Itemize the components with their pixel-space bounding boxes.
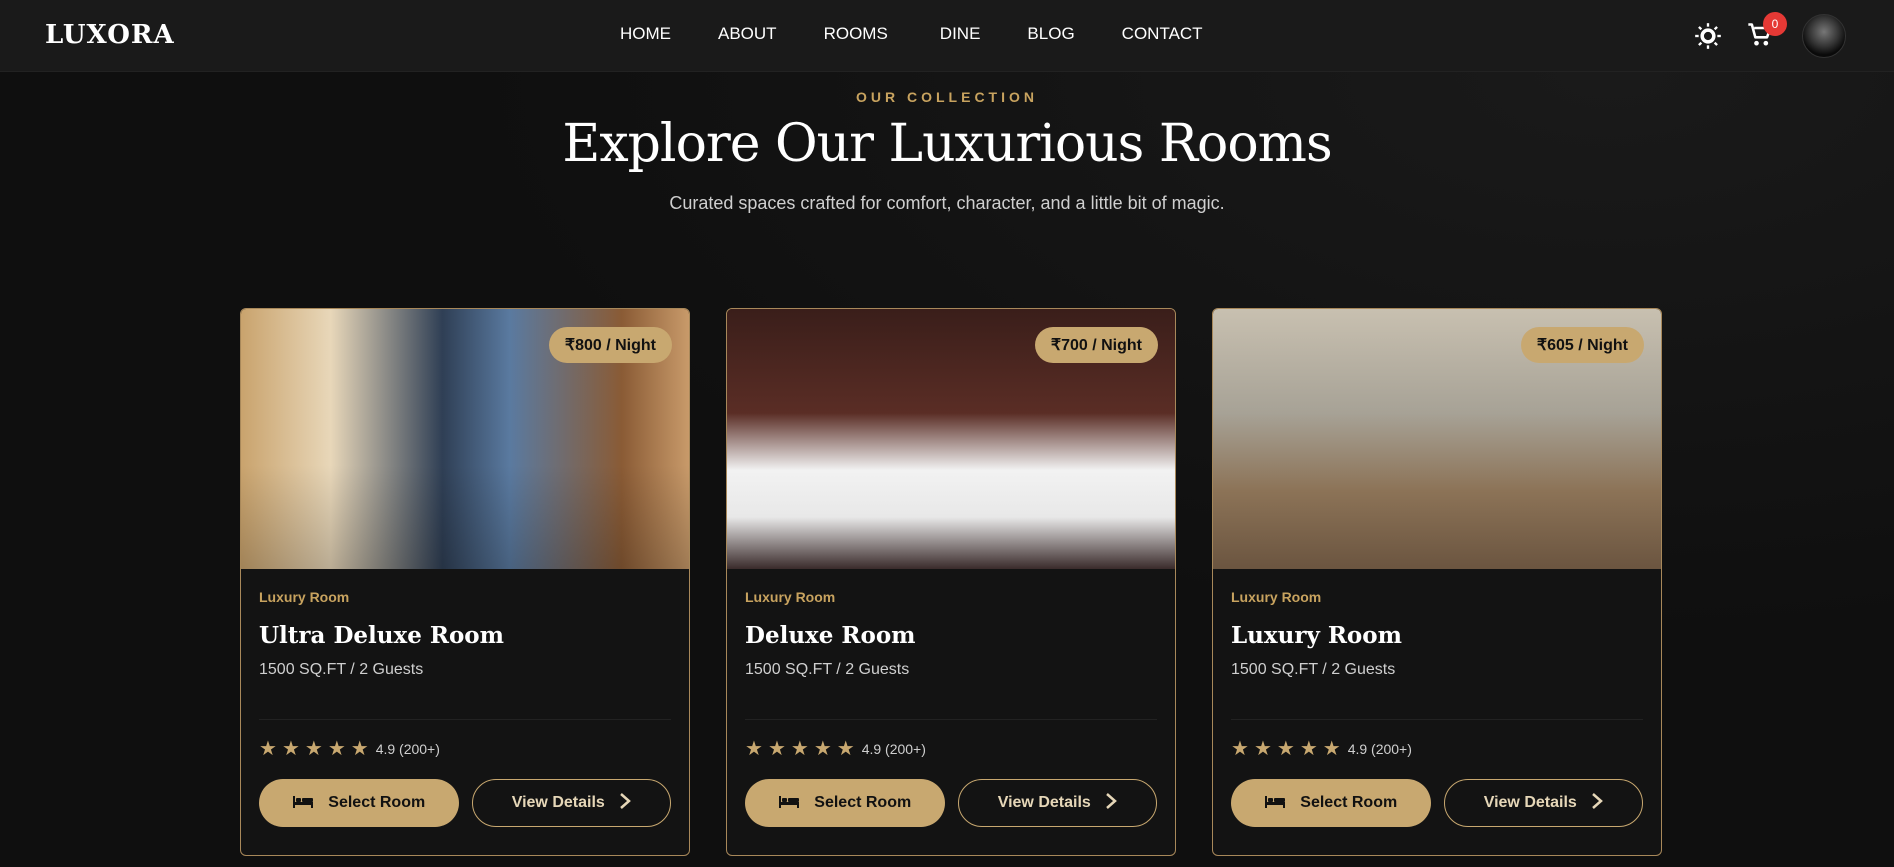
bed-icon [292,794,314,813]
chevron-right-icon [1591,792,1603,815]
rating: ★ ★ ★ ★ ★ 4.9 (200+) [259,736,671,761]
room-image[interactable]: ₹605 / Night [1213,309,1661,569]
bed-icon [778,794,800,813]
rating-text: 4.9 (200+) [861,740,926,757]
star-icon: ★ [350,738,369,760]
select-room-label: Select Room [814,794,912,811]
bed-icon [1264,794,1286,813]
divider [259,719,671,720]
select-room-label: Select Room [328,794,426,811]
select-room-button[interactable]: Select Room [1231,779,1431,827]
room-image[interactable]: ₹700 / Night [727,309,1175,569]
room-category: Luxury Room [1231,589,1322,605]
room-card[interactable]: ₹605 / Night Luxury Room Luxury Room 150… [1212,308,1662,856]
nav-contact[interactable]: CONTACT [1122,24,1203,44]
rating: ★ ★ ★ ★ ★ 4.9 (200+) [745,736,1157,761]
room-meta: 1500 SQ.FT / 2 Guests [1231,661,1396,678]
star-icon: ★ [1231,738,1249,760]
page-subtitle: Curated spaces crafted for comfort, char… [669,193,1225,213]
star-icon: ★ [259,738,277,760]
view-details-button[interactable]: View Details [957,779,1157,827]
chevron-right-icon [1105,792,1117,815]
view-details-button[interactable]: View Details [471,779,671,827]
price-badge: ₹800 / Night [548,327,672,363]
room-category: Luxury Room [259,589,350,605]
view-details-label: View Details [511,794,605,811]
room-title[interactable]: Ultra Deluxe Room [259,622,671,649]
brand-logo[interactable]: LUXORA [45,20,175,50]
view-details-button[interactable]: View Details [1443,779,1643,827]
select-room-button[interactable]: Select Room [259,779,459,827]
top-navbar: LUXORA HOME ABOUT ROOMS DINE BLOG CONTAC… [0,0,1894,72]
nav-dine[interactable]: DINE [940,24,981,44]
divider [745,719,1157,720]
star-icon: ★ [790,738,809,760]
room-title[interactable]: Luxury Room [1231,622,1643,649]
star-icon: ★ [836,738,855,760]
nav-home[interactable]: HOME [620,24,671,44]
chevron-right-icon [619,792,631,815]
star-icon: ★ [327,738,346,760]
select-room-label: Select Room [1300,794,1398,811]
room-category: Luxury Room [745,589,836,605]
divider [1231,719,1643,720]
section-eyebrow: OUR COLLECTION [856,89,1038,105]
nav-rooms[interactable]: ROOMS [824,24,888,44]
rating-text: 4.9 (200+) [1347,740,1412,757]
rating: ★ ★ ★ ★ ★ 4.9 (200+) [1231,736,1643,761]
avatar[interactable] [1802,14,1846,58]
star-icon: ★ [1253,738,1272,760]
view-details-label: View Details [997,794,1091,811]
nav-about[interactable]: ABOUT [718,24,777,44]
star-icon: ★ [281,738,300,760]
sun-icon[interactable] [1693,21,1723,51]
star-icon: ★ [304,738,323,760]
room-card[interactable]: ₹800 / Night Luxury Room Ultra Deluxe Ro… [240,308,690,856]
rating-text: 4.9 (200+) [375,740,440,757]
star-icon: ★ [767,738,786,760]
room-image[interactable]: ₹800 / Night [241,309,689,569]
star-icon: ★ [813,738,832,760]
nav-blog[interactable]: BLOG [1027,24,1074,44]
cart-count-badge: 0 [1763,12,1787,36]
room-card[interactable]: ₹700 / Night Luxury Room Deluxe Room 150… [726,308,1176,856]
star-icon: ★ [745,738,763,760]
star-icon: ★ [1299,738,1318,760]
room-title[interactable]: Deluxe Room [745,622,1157,649]
view-details-label: View Details [1483,794,1577,811]
room-meta: 1500 SQ.FT / 2 Guests [259,661,424,678]
page-title: Explore Our Luxurious Rooms [562,114,1332,174]
price-badge: ₹605 / Night [1520,327,1644,363]
room-meta: 1500 SQ.FT / 2 Guests [745,661,910,678]
price-badge: ₹700 / Night [1034,327,1158,363]
star-icon: ★ [1276,738,1295,760]
main-nav: HOME ABOUT ROOMS DINE BLOG CONTACT [620,24,1250,44]
star-icon: ★ [1322,738,1341,760]
select-room-button[interactable]: Select Room [745,779,945,827]
